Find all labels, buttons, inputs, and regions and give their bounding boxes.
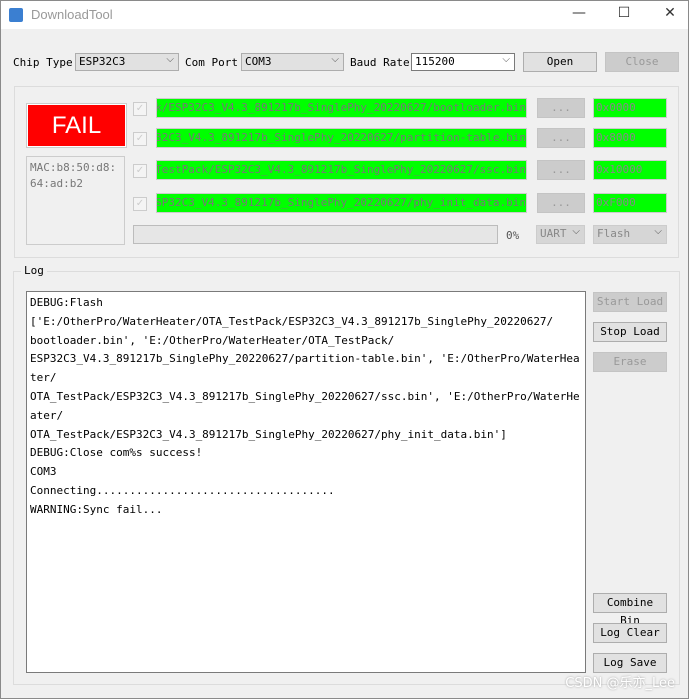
chevron-down-icon: ⌵ [654, 226, 662, 237]
log-line: Connecting..............................… [30, 483, 335, 497]
file-path-text: E:/OtherPro/WaterHeater/OTA_TestPack/ESP… [157, 101, 526, 114]
close-window-button[interactable]: ✕ [660, 5, 680, 25]
file-path-input[interactable]: E:/OtherPro/WaterHeater/OTA_TestPack/ESP… [156, 128, 527, 148]
mac-address-display: MAC:b8:50:d8:64:ad:b2 [26, 156, 125, 245]
progress-percent: 0% [506, 229, 520, 242]
open-button[interactable]: Open [523, 52, 597, 72]
file-path-text: E:/OtherPro/WaterHeater/OTA_TestPack/ESP… [156, 131, 526, 144]
file-enable-checkbox[interactable]: ✓ [133, 197, 147, 211]
address-input[interactable]: 0xF000 [593, 193, 667, 213]
baud-rate-value: 115200 [415, 55, 455, 68]
chip-type-label: Chip Type [13, 56, 73, 69]
stop-load-button[interactable]: Stop Load [593, 322, 667, 342]
chevron-down-icon: ⌵ [502, 54, 510, 65]
maximize-button[interactable]: ☐ [614, 5, 634, 25]
address-input[interactable]: 0x10000 [593, 160, 667, 180]
chevron-down-icon: ⌵ [331, 54, 339, 65]
download-tool-window: DownloadTool — ☐ ✕ Chip Type ESP32C3 ⌵ Co… [0, 0, 689, 699]
app-icon [9, 8, 23, 22]
erase-button[interactable]: Erase [593, 352, 667, 372]
file-path-input[interactable]: E:/OtherPro/WaterHeater/OTA_TestPack/ESP… [156, 98, 527, 118]
file-enable-checkbox[interactable]: ✓ [133, 164, 147, 178]
log-line: WARNING:Sync fail... [30, 502, 163, 516]
log-save-button[interactable]: Log Save [593, 653, 667, 673]
log-line: ['E:/OtherPro/WaterHeater/OTA_TestPack/E… [30, 314, 554, 328]
com-port-label: Com Port [185, 56, 238, 69]
file-path-input[interactable]: E:/OtherPro/WaterHeater/OTA_TestPack/ESP… [156, 160, 527, 180]
browse-button[interactable]: ... [537, 160, 585, 180]
com-port-value: COM3 [245, 55, 272, 68]
file-path-text: E:/OtherPro/WaterHeater/OTA_TestPack/ESP… [156, 196, 526, 209]
title-bar: DownloadTool — ☐ ✕ [1, 1, 688, 29]
log-output[interactable]: DEBUG:Flash ['E:/OtherPro/WaterHeater/OTA… [26, 291, 586, 673]
minimize-button[interactable]: — [569, 5, 589, 25]
chevron-down-icon: ⌵ [166, 54, 174, 65]
file-enable-checkbox[interactable]: ✓ [133, 132, 147, 146]
chevron-down-icon: ⌵ [572, 226, 580, 237]
browse-button[interactable]: ... [537, 98, 585, 118]
file-enable-checkbox[interactable]: ✓ [133, 102, 147, 116]
chip-type-select[interactable]: ESP32C3 ⌵ [75, 53, 179, 71]
start-load-button[interactable]: Start Load [593, 292, 667, 312]
log-line: DEBUG:Close com%s success! [30, 446, 203, 460]
watermark: CSDN @乐亦_Lee [565, 676, 675, 691]
log-line: OTA_TestPack/ESP32C3_V4.3_891217b_Single… [30, 389, 580, 422]
baud-rate-select[interactable]: 115200 ⌵ [411, 53, 515, 71]
mode-value: UART [540, 227, 567, 240]
browse-button[interactable]: ... [537, 193, 585, 213]
browse-button[interactable]: ... [537, 128, 585, 148]
result-status-badge: FAIL [26, 103, 127, 148]
target-select[interactable]: Flash ⌵ [593, 225, 667, 244]
log-clear-button[interactable]: Log Clear [593, 623, 667, 643]
log-group-title: Log [21, 264, 47, 277]
log-line: COM3 [30, 465, 57, 479]
baud-rate-label: Baud Rate [350, 56, 410, 69]
log-line: OTA_TestPack/ESP32C3_V4.3_891217b_Single… [30, 427, 507, 441]
combine-bin-button[interactable]: Combine Bin [593, 593, 667, 627]
window-title: DownloadTool [31, 7, 113, 22]
address-input[interactable]: 0x8000 [593, 128, 667, 148]
chip-type-value: ESP32C3 [79, 55, 126, 68]
address-input[interactable]: 0x0000 [593, 98, 667, 118]
file-path-input[interactable]: E:/OtherPro/WaterHeater/OTA_TestPack/ESP… [156, 193, 527, 213]
file-path-text: E:/OtherPro/WaterHeater/OTA_TestPack/ESP… [156, 163, 526, 176]
log-line: DEBUG:Flash [30, 296, 103, 309]
progress-bar [133, 225, 498, 244]
com-port-select[interactable]: COM3 ⌵ [241, 53, 344, 71]
close-port-button[interactable]: Close [605, 52, 679, 72]
mode-select[interactable]: UART ⌵ [536, 225, 585, 244]
log-line: ESP32C3_V4.3_891217b_SinglePhy_20220627/… [30, 352, 580, 385]
log-line: bootloader.bin', 'E:/OtherPro/WaterHeate… [30, 333, 395, 347]
target-value: Flash [597, 227, 631, 240]
